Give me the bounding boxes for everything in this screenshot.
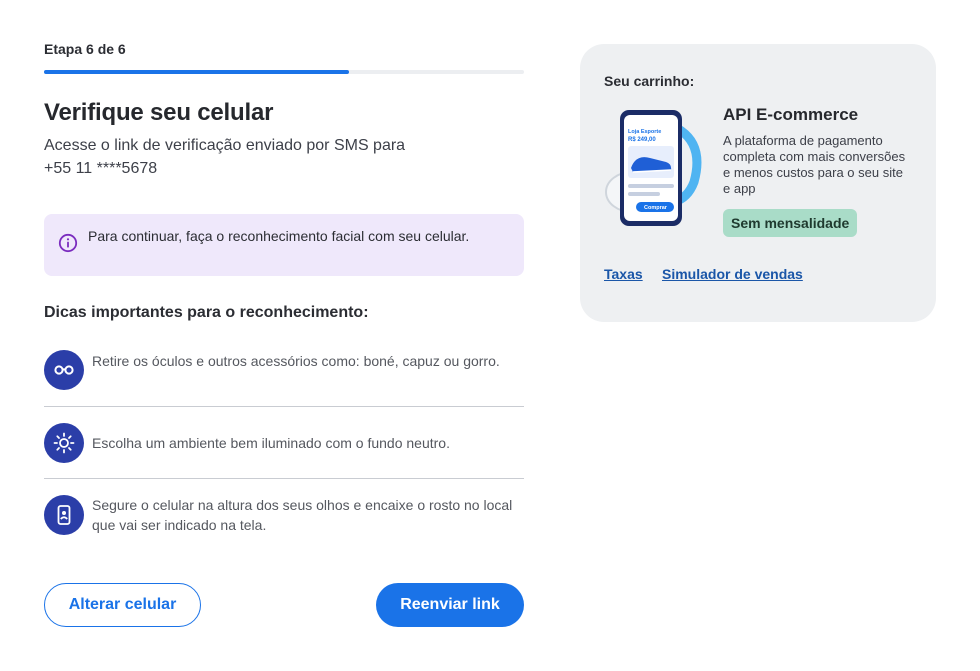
status-badge: Sem mensalidade: [723, 209, 858, 237]
change-phone-button[interactable]: Alterar celular: [44, 583, 201, 627]
progress-fill: [44, 70, 349, 74]
info-alert-text: Para continuar, faça o reconhecimento fa…: [88, 228, 470, 244]
masked-phone-number: +55 11 ****5678: [44, 160, 158, 177]
glasses-icon: [44, 350, 84, 390]
tip-text: Segure o celular na altura dos seus olho…: [92, 497, 513, 533]
image-price-text: R$ 249,00: [628, 137, 656, 143]
sales-simulator-link[interactable]: Simulador de vendas: [662, 266, 803, 282]
info-alert: Para continuar, faça o reconhecimento fa…: [44, 214, 524, 276]
subtitle-text: Acesse o link de verificação enviado por…: [44, 137, 406, 154]
phone-face-icon: [44, 495, 84, 535]
step-label: Etapa 6 de 6: [44, 41, 126, 57]
page-subtitle: Acesse o link de verificação enviado por…: [44, 134, 484, 180]
divider: [44, 478, 524, 479]
tips-title: Dicas importantes para o reconhecimento:: [44, 304, 369, 321]
info-icon: [58, 233, 78, 253]
sun-icon: [44, 423, 84, 463]
cart-card: Seu carrinho: Loja Esporte R$ 249,00 Com…: [580, 44, 936, 322]
product-name: API E-commerce: [723, 105, 859, 124]
tip-text: Escolha um ambiente bem iluminado com o …: [92, 435, 450, 451]
cart-label: Seu carrinho:: [604, 73, 695, 89]
divider: [44, 406, 524, 407]
page-title: Verifique seu celular: [44, 99, 274, 126]
resend-link-button[interactable]: Reenviar link: [376, 583, 524, 627]
image-buy-text: Comprar: [644, 205, 668, 211]
tip-text: Retire os óculos e outros acessórios com…: [92, 353, 500, 369]
progress-bar: [44, 70, 524, 74]
product-phone-illustration: Loja Esporte R$ 249,00 Comprar: [605, 110, 702, 226]
fees-link[interactable]: Taxas: [604, 266, 643, 282]
product-description: A plataforma de pagamento completa com m…: [723, 133, 906, 196]
image-store-text: Loja Esporte: [628, 129, 661, 135]
